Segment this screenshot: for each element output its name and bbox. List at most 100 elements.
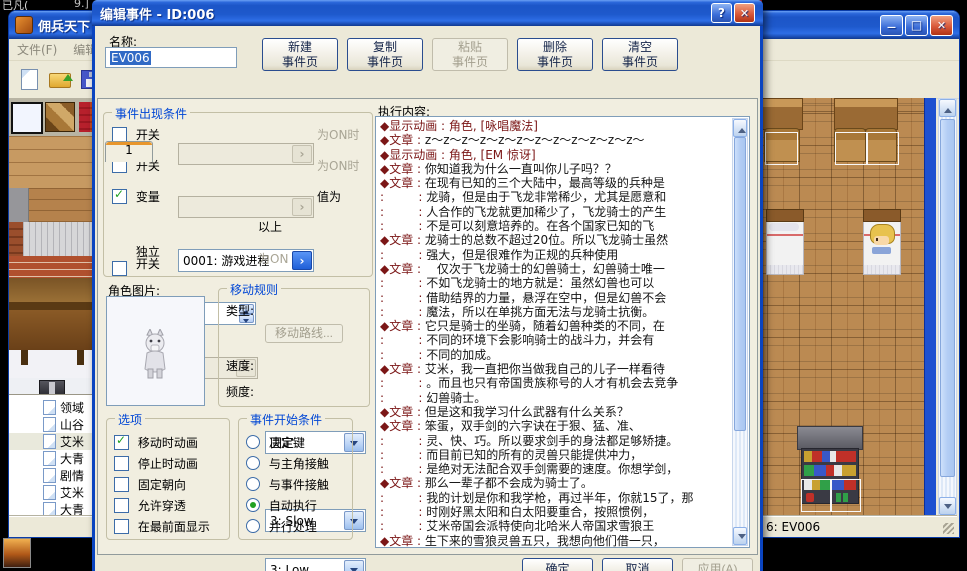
exec-command-line[interactable]: : : 灵、快、巧。所以要求剑手的身法都足够矫捷。 bbox=[380, 434, 729, 448]
event-box[interactable] bbox=[831, 479, 861, 512]
trigger-row[interactable]: 与主角接触 bbox=[246, 455, 350, 476]
option-checkbox[interactable] bbox=[114, 498, 129, 513]
option-row[interactable]: 停止时动画 bbox=[114, 455, 224, 476]
trigger-row[interactable]: 自动执行 bbox=[246, 497, 350, 518]
palette-tile[interactable] bbox=[9, 256, 97, 278]
exec-command-line[interactable]: : : 幻兽骑士。 bbox=[380, 391, 729, 405]
option-checkbox[interactable] bbox=[114, 435, 129, 450]
exec-command-line[interactable]: : : 艾米帝国会派特使向北哈米人帝国求雪狼王 bbox=[380, 519, 729, 533]
event-page-button[interactable]: 清空 事件页 bbox=[602, 38, 678, 71]
condition-variable[interactable]: 变量 bbox=[112, 188, 160, 207]
minimize-button[interactable] bbox=[880, 15, 903, 36]
help-button[interactable] bbox=[711, 3, 732, 23]
event-page-button[interactable]: 粘贴 事件页 bbox=[432, 38, 508, 71]
exec-command-line[interactable]: : : 。而且也只有帝国贵族称号的人才有机会去竞争 bbox=[380, 376, 729, 390]
resize-grip[interactable] bbox=[943, 523, 954, 534]
exec-command-line[interactable]: ◆文章 : 在现有已知的三个大陆中，最高等级的兵种是 bbox=[380, 176, 729, 190]
map-tree-item[interactable]: 领域 bbox=[9, 399, 97, 416]
dialog-footer-button[interactable]: 应用(A) bbox=[682, 558, 753, 571]
option-row[interactable]: 在最前面显示 bbox=[114, 518, 224, 539]
event-page-button[interactable]: 删除 事件页 bbox=[517, 38, 593, 71]
event-page-tab[interactable]: 1 bbox=[105, 141, 153, 162]
switch1-checkbox[interactable] bbox=[112, 127, 127, 142]
dialog-footer-button[interactable]: 取消 bbox=[602, 558, 673, 571]
event-box[interactable] bbox=[765, 132, 798, 165]
trigger-radio[interactable] bbox=[246, 477, 260, 491]
option-row[interactable]: 固定朝向 bbox=[114, 476, 224, 497]
map-tree-item[interactable]: 艾米 bbox=[9, 484, 97, 501]
exec-command-line[interactable]: ◆显示动画 : 角色, [咏唱魔法] bbox=[380, 119, 729, 133]
exec-command-line[interactable]: : : 强大，但是很难作为正规的兵种使用 bbox=[380, 248, 729, 262]
close-button[interactable] bbox=[930, 15, 953, 36]
option-checkbox[interactable] bbox=[114, 477, 129, 492]
self-switch-checkbox[interactable] bbox=[112, 261, 127, 276]
map-canvas[interactable] bbox=[756, 98, 936, 516]
exec-command-line[interactable]: ◆文章 : z～z～z～z～z～z～z～z～z～z～z～z～ bbox=[380, 133, 729, 147]
option-checkbox[interactable] bbox=[114, 519, 129, 534]
exec-command-line[interactable]: : : 不是可以刻意培养的。在各个国家已知的飞 bbox=[380, 219, 729, 233]
exec-command-line[interactable]: ◆文章 : 艾米，我一直把你当做我自己的儿子一样看待 bbox=[380, 362, 729, 376]
option-checkbox[interactable] bbox=[114, 456, 129, 471]
exec-command-line[interactable]: ◆文章 : 仅次于飞龙骑士的幻兽骑士，幻兽骑士唯一 bbox=[380, 262, 729, 276]
trigger-radio[interactable] bbox=[246, 498, 260, 512]
scroll-up-icon[interactable] bbox=[939, 99, 956, 117]
scroll-thumb[interactable] bbox=[940, 119, 955, 477]
exec-vscrollbar[interactable] bbox=[732, 118, 748, 546]
exec-command-line[interactable]: : : 人合作的飞龙就更加稀少了，飞龙骑士的产生 bbox=[380, 205, 729, 219]
variable-checkbox[interactable] bbox=[112, 189, 127, 204]
palette-tile-selected[interactable] bbox=[11, 102, 43, 134]
map-tree-item[interactable]: 山谷 bbox=[9, 416, 97, 433]
variable-field[interactable]: 0001: 游戏进程 › bbox=[178, 249, 314, 272]
exec-command-line[interactable]: ◆文章 : 那么一辈子都不会成为骑士了。 bbox=[380, 476, 729, 490]
palette-tile[interactable] bbox=[9, 188, 29, 222]
map-tree-item[interactable]: 大青 bbox=[9, 501, 97, 516]
exec-command-line[interactable]: ◆文章 : 它只是骑士的坐骑，随着幻兽种类的不同，在 bbox=[380, 319, 729, 333]
exec-command-line[interactable]: : : 龙骑，但是由于飞龙非常稀少，尤其是愿意和 bbox=[380, 190, 729, 204]
exec-command-line[interactable]: : : 是绝对无法配合双手剑需要的速度。你想学剑， bbox=[380, 462, 729, 476]
event-page-button[interactable]: 复制 事件页 bbox=[347, 38, 423, 71]
exec-command-line[interactable]: : : 借助结界的力量，悬浮在空中，但是幻兽不会 bbox=[380, 291, 729, 305]
event-box[interactable] bbox=[866, 132, 899, 165]
exec-command-line[interactable]: ◆文章 : 笨蛋，双手剑的六字诀在于狠、猛、准、 bbox=[380, 419, 729, 433]
move-freq-dropdown[interactable]: 3: Low bbox=[265, 558, 366, 571]
exec-command-line[interactable]: : : 不如飞龙骑士的地方就是：虽然幻兽也可以 bbox=[380, 276, 729, 290]
exec-command-line[interactable]: : : 魔法，所以在单挑方面无法与龙骑士抗衡。 bbox=[380, 305, 729, 319]
map-tree-item[interactable]: 大青 bbox=[9, 450, 97, 467]
palette-tile[interactable] bbox=[9, 222, 23, 256]
trigger-radio[interactable] bbox=[246, 435, 260, 449]
palette-tile[interactable] bbox=[23, 222, 97, 256]
event-box[interactable] bbox=[835, 132, 868, 165]
menu-item[interactable]: 文件(F) bbox=[17, 41, 57, 58]
scroll-up-icon[interactable] bbox=[733, 119, 747, 137]
exec-command-line[interactable]: ◆文章 : 生下来的雪狼灵兽五只，我想向他们借一只， bbox=[380, 534, 729, 548]
palette-tile[interactable] bbox=[45, 102, 75, 132]
exec-command-line[interactable]: ◆文章 : 但是这和我学习什么武器有什么关系？ bbox=[380, 405, 729, 419]
palette-tile[interactable] bbox=[9, 278, 97, 302]
taskbar-thumbnail[interactable] bbox=[3, 538, 31, 568]
event-box[interactable] bbox=[801, 479, 831, 512]
exec-command-line[interactable]: : : 时刚好黑太阳和白太阳要重合，按照惯例， bbox=[380, 505, 729, 519]
palette-tile[interactable] bbox=[29, 188, 97, 222]
exec-command-line[interactable]: : : 而目前已知的所有的灵兽只能提供冲力， bbox=[380, 448, 729, 462]
exec-command-line[interactable]: : : 不同的环境下会影响骑士的战斗力，并会有 bbox=[380, 333, 729, 347]
dialog-footer-button[interactable]: 确定 bbox=[522, 558, 593, 571]
trigger-radio[interactable] bbox=[246, 456, 260, 470]
palette-tile[interactable] bbox=[9, 378, 97, 394]
dialog-close-button[interactable] bbox=[734, 3, 755, 23]
trigger-row[interactable]: 决定键 bbox=[246, 434, 350, 455]
map-vscrollbar[interactable] bbox=[938, 98, 957, 516]
new-file-icon[interactable] bbox=[21, 69, 38, 90]
trigger-radio[interactable] bbox=[246, 519, 260, 533]
exec-command-line[interactable]: : : 不同的加成。 bbox=[380, 348, 729, 362]
palette-tile[interactable] bbox=[9, 136, 97, 188]
graphic-box[interactable] bbox=[106, 296, 205, 406]
tileset-palette[interactable] bbox=[9, 98, 97, 394]
exec-command-line[interactable]: ◆文章 : 你知道我为什么一直叫你儿子吗？？ bbox=[380, 162, 729, 176]
map-tree-item[interactable]: 艾米 bbox=[9, 433, 97, 450]
condition-self-switch[interactable]: 独立 开关 bbox=[112, 246, 160, 276]
scroll-down-icon[interactable] bbox=[733, 527, 747, 545]
trigger-row[interactable]: 并行处理 bbox=[246, 518, 350, 539]
exec-command-line[interactable]: ◆显示动画 : 角色, [EM 惊讶] bbox=[380, 148, 729, 162]
option-row[interactable]: 允许穿透 bbox=[114, 497, 224, 518]
scroll-down-icon[interactable] bbox=[939, 497, 956, 515]
